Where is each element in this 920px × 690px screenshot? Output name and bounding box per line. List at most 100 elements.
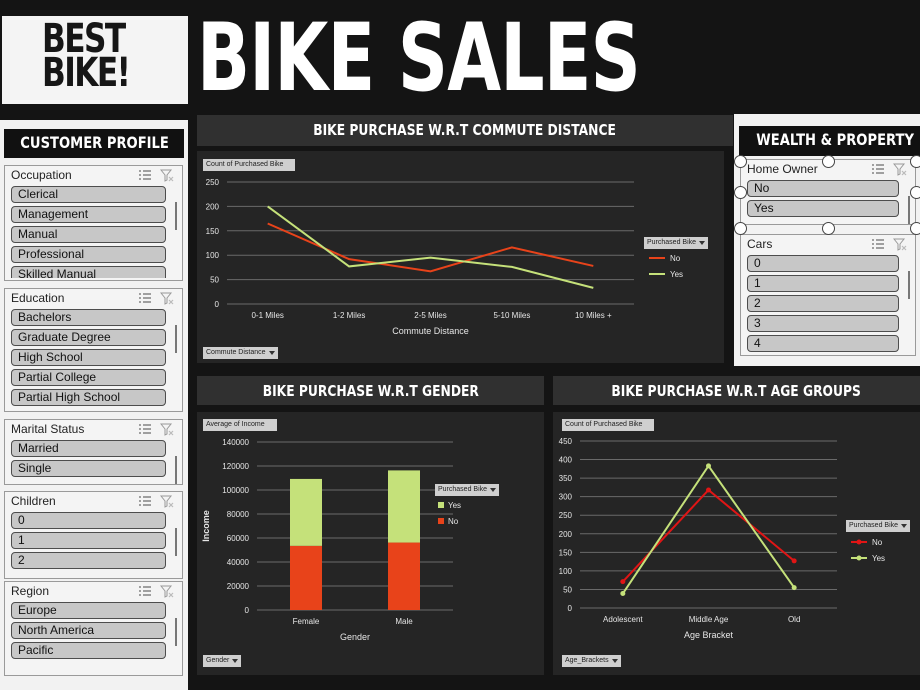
clear-filter-icon[interactable] — [159, 495, 174, 508]
clear-filter-icon[interactable] — [892, 238, 907, 251]
slicer-resize-handle[interactable] — [822, 222, 835, 235]
legend-marker — [856, 555, 862, 561]
multi-select-icon[interactable] — [138, 292, 152, 305]
x-tick-label: Adolescent — [603, 615, 643, 624]
wealth-property-header: WEALTH & PROPERTY — [739, 126, 920, 156]
slicer-item[interactable]: 0 — [11, 512, 166, 529]
slicer-scrollbar[interactable] — [175, 325, 177, 353]
slicer-item[interactable]: Single — [11, 460, 166, 477]
y-tick-label: 0 — [215, 300, 220, 309]
legend-label: No — [872, 538, 883, 547]
multi-select-icon[interactable] — [138, 423, 152, 436]
education-slicer-items: Bachelors Graduate Degree High School Parti… — [11, 309, 166, 409]
clear-filter-icon[interactable] — [159, 585, 174, 598]
slicer-item[interactable]: Europe — [11, 602, 166, 619]
series-line-yes — [622, 464, 795, 595]
slicer-scrollbar[interactable] — [175, 618, 177, 646]
y-tick-label: 100000 — [222, 486, 249, 495]
age-legend-field-button[interactable]: Purchased Bike — [846, 520, 911, 532]
x-tick-label: Middle Age — [689, 615, 729, 624]
commute-value-field-button[interactable]: Count of Purchased Bike — [203, 159, 296, 171]
commute-legend-field-button[interactable]: Purchased Bike — [644, 237, 709, 249]
slicer-item[interactable]: Pacific — [11, 642, 166, 659]
gender-chart: 0 20000 40000 60000 80000 100000 120000 140000 F… — [197, 412, 544, 675]
slicer-resize-handle[interactable] — [910, 155, 920, 168]
children-slicer: Children 0 1 2 — [4, 491, 183, 579]
multi-select-icon[interactable] — [138, 495, 152, 508]
multi-select-icon[interactable] — [138, 169, 152, 182]
data-point — [791, 585, 797, 591]
slicer-item[interactable]: 2 — [11, 552, 166, 569]
multi-select-icon[interactable] — [871, 238, 885, 251]
slicer-item[interactable]: Clerical — [11, 186, 166, 203]
slicer-item[interactable]: Management — [11, 206, 166, 223]
y-tick-label: 120000 — [222, 462, 249, 471]
slicer-item[interactable]: North America — [11, 622, 166, 639]
slicer-item[interactable]: 0 — [747, 255, 899, 272]
logo-line-2: BIKE! — [42, 50, 131, 96]
slicer-item[interactable]: Yes — [747, 200, 899, 217]
commute-axis-field-button[interactable]: Commute Distance — [203, 347, 278, 359]
gender-chart-plot: 0 20000 40000 60000 80000 100000 120000 140000 F… — [201, 438, 461, 642]
slicer-resize-handle[interactable] — [910, 222, 920, 235]
slicer-item[interactable]: 1 — [747, 275, 899, 292]
series-line-yes — [267, 205, 594, 289]
slicer-item[interactable]: Partial High School — [11, 389, 166, 406]
slicer-item[interactable]: 2 — [747, 295, 899, 312]
slicer-item[interactable]: Skilled Manual — [11, 266, 166, 278]
slicer-scrollbar[interactable] — [175, 202, 177, 230]
gender-value-field-button[interactable]: Average of Income — [203, 419, 277, 431]
y-tick-label: 300 — [559, 493, 573, 502]
slicer-item[interactable]: 1 — [11, 532, 166, 549]
legend-marker — [856, 539, 862, 545]
age-chart: 0 50 100 150 200 250 300 350 400 450 Adolescent Mid… — [553, 412, 920, 675]
clear-filter-icon[interactable] — [159, 423, 174, 436]
x-tick-label: 10 Miles + — [575, 311, 612, 320]
region-slicer-items: Europe North America Pacific — [11, 602, 166, 673]
slicer-item[interactable]: No — [747, 180, 899, 197]
children-slicer-items: 0 1 2 — [11, 512, 166, 576]
region-slicer: Region Europe North America Pacific — [4, 581, 183, 676]
x-axis-title: Commute Distance — [392, 326, 469, 336]
slicer-scrollbar[interactable] — [908, 271, 910, 299]
x-tick-label: 5-10 Miles — [493, 311, 530, 320]
slicer-resize-handle[interactable] — [734, 155, 747, 168]
gender-legend-field-button[interactable]: Purchased Bike — [435, 484, 500, 496]
slicer-resize-handle[interactable] — [910, 186, 920, 199]
slicer-item[interactable]: High School — [11, 349, 166, 366]
education-slicer-title: Education — [11, 291, 65, 305]
slicer-item[interactable]: Professional — [11, 246, 166, 263]
occupation-slicer-title: Occupation — [11, 168, 72, 182]
multi-select-icon[interactable] — [871, 163, 885, 176]
age-axis-field-button[interactable]: Age_Brackets — [562, 655, 621, 667]
clear-filter-icon[interactable] — [159, 169, 174, 182]
data-point — [620, 591, 626, 597]
slicer-item[interactable]: 3 — [747, 315, 899, 332]
x-tick-label: 2-5 Miles — [414, 311, 446, 320]
slicer-resize-handle[interactable] — [822, 155, 835, 168]
slicer-resize-handle[interactable] — [734, 186, 747, 199]
slicer-scrollbar[interactable] — [175, 528, 177, 556]
slicer-scrollbar[interactable] — [908, 196, 910, 224]
legend-label: Yes — [448, 501, 461, 510]
occupation-slicer-items: Clerical Management Manual Professional Skil… — [11, 186, 166, 278]
legend-label: Yes — [670, 270, 683, 279]
gender-axis-field-button[interactable]: Gender — [203, 655, 242, 667]
children-slicer-title: Children — [11, 494, 56, 508]
slicer-resize-handle[interactable] — [734, 222, 747, 235]
slicer-item[interactable]: Partial College — [11, 369, 166, 386]
slicer-item[interactable]: Manual — [11, 226, 166, 243]
slicer-item[interactable]: Graduate Degree — [11, 329, 166, 346]
clear-filter-icon[interactable] — [892, 163, 907, 176]
bar-segment-no — [290, 545, 322, 610]
slicer-scrollbar[interactable] — [175, 456, 177, 484]
slicer-item[interactable]: 4 — [747, 335, 899, 352]
bar-segment-yes — [290, 478, 322, 546]
age-value-field-button[interactable]: Count of Purchased Bike — [562, 419, 655, 431]
legend-swatch — [438, 518, 444, 524]
slicer-item[interactable]: Married — [11, 440, 166, 457]
y-tick-label: 20000 — [227, 582, 250, 591]
slicer-item[interactable]: Bachelors — [11, 309, 166, 326]
multi-select-icon[interactable] — [138, 585, 152, 598]
clear-filter-icon[interactable] — [159, 292, 174, 305]
